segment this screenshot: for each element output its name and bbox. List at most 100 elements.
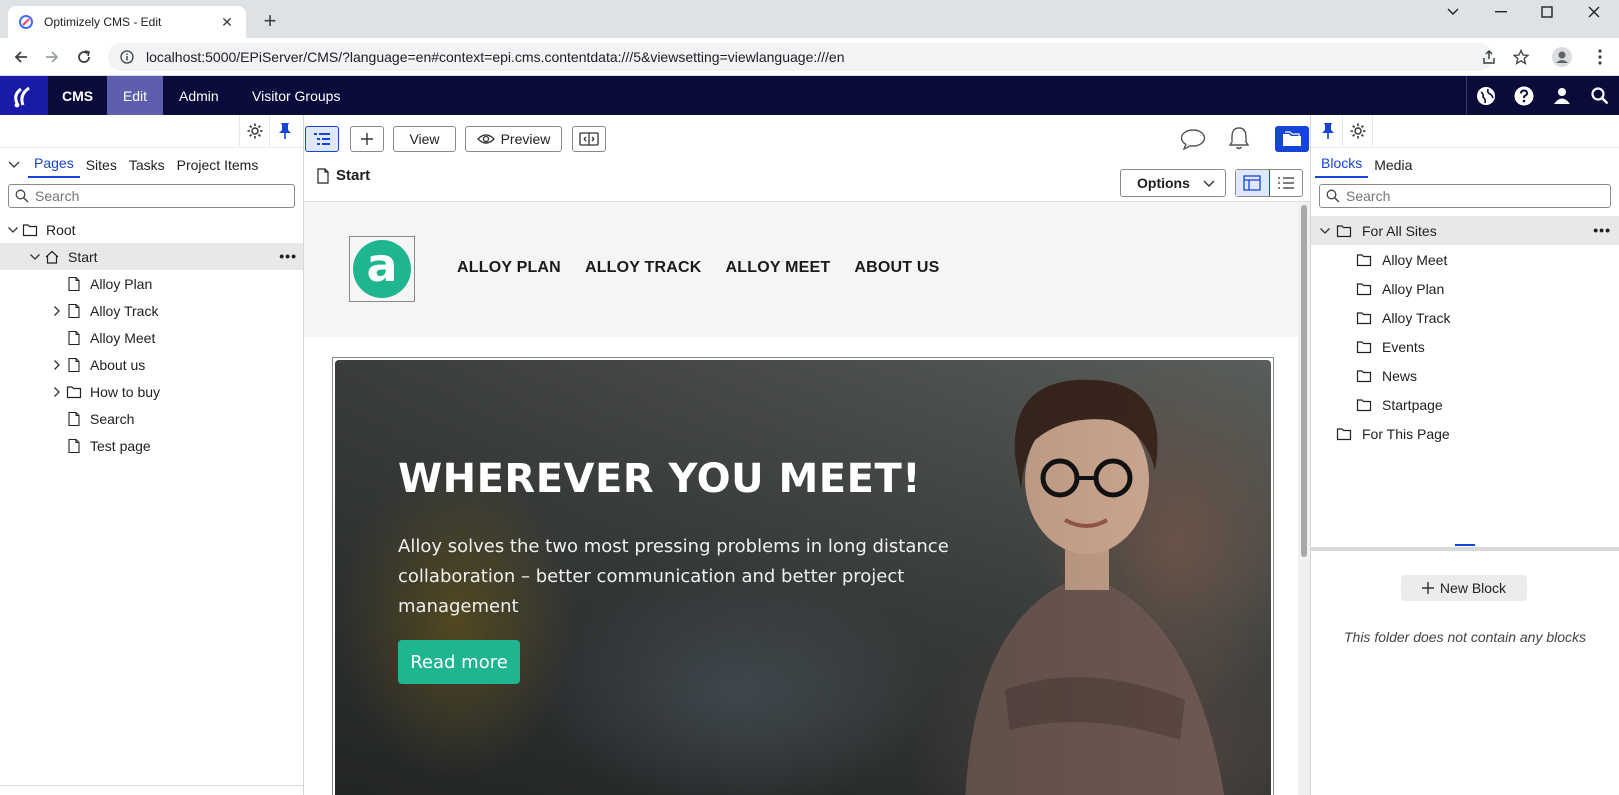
tree-item-for-all-sites[interactable]: For All Sites ••• xyxy=(1311,216,1619,245)
preview-button[interactable]: Preview xyxy=(465,126,562,152)
tab-tasks[interactable]: Tasks xyxy=(123,157,171,178)
nav-cms[interactable]: CMS xyxy=(48,76,107,115)
search-icon[interactable] xyxy=(1581,76,1619,115)
share-icon[interactable] xyxy=(1479,47,1499,67)
splitter-grip[interactable] xyxy=(1455,544,1475,546)
search-input[interactable] xyxy=(1346,188,1602,204)
more-options-icon[interactable]: ••• xyxy=(1593,222,1611,238)
tree-list-icon xyxy=(314,133,330,145)
profile-avatar-icon[interactable] xyxy=(1552,47,1572,67)
gear-icon[interactable] xyxy=(239,116,269,146)
nav-admin[interactable]: Admin xyxy=(165,76,233,115)
new-tab-button[interactable]: + xyxy=(258,9,282,33)
bell-icon[interactable] xyxy=(1228,125,1250,151)
more-options-icon[interactable]: ••• xyxy=(279,248,297,264)
pin-icon[interactable] xyxy=(1313,116,1343,146)
site-menu-about-us[interactable]: ABOUT US xyxy=(854,259,939,277)
back-arrow-icon[interactable] xyxy=(11,47,31,67)
alloy-logo[interactable]: a xyxy=(349,236,415,302)
chevron-right-icon[interactable] xyxy=(49,357,65,373)
tree-item-test-page[interactable]: Test page xyxy=(0,432,303,459)
toggle-assets-button[interactable] xyxy=(1275,126,1309,152)
site-menu-alloy-track[interactable]: ALLOY TRACK xyxy=(585,259,702,277)
block-folder-tree: For All Sites ••• Alloy Meet Alloy Plan Allo… xyxy=(1311,216,1619,448)
add-content-button[interactable] xyxy=(350,126,384,152)
kebab-menu-icon[interactable] xyxy=(1590,47,1610,67)
view-button[interactable]: View xyxy=(393,126,456,152)
info-icon[interactable] xyxy=(120,50,134,64)
chevron-right-icon[interactable] xyxy=(49,303,65,319)
help-icon[interactable] xyxy=(1505,76,1543,115)
chevron-down-icon[interactable] xyxy=(5,222,21,238)
tab-pages[interactable]: Pages xyxy=(28,155,80,178)
tree-item-label: Startpage xyxy=(1382,396,1443,413)
tree-item-label: Alloy Plan xyxy=(1382,280,1445,297)
tree-item-how-to-buy[interactable]: How to buy xyxy=(0,378,303,405)
chevron-down-icon[interactable] xyxy=(1315,223,1335,239)
pin-icon[interactable] xyxy=(269,116,299,146)
browser-tab[interactable]: Optimizely CMS - Edit ✕ xyxy=(8,6,246,38)
tree-item-for-this-page[interactable]: For This Page xyxy=(1311,419,1619,448)
tree-item-alloy-meet[interactable]: Alloy Meet xyxy=(1311,245,1619,274)
page-icon xyxy=(65,329,83,347)
chevron-down-icon[interactable] xyxy=(8,152,28,178)
tree-item-news[interactable]: News xyxy=(1311,361,1619,390)
tree-item-root[interactable]: Root xyxy=(0,216,303,243)
chevron-down-icon[interactable] xyxy=(1431,0,1475,24)
tree-item-start[interactable]: Start ••• xyxy=(0,243,303,270)
tree-item-alloy-plan[interactable]: Alloy Plan xyxy=(1311,274,1619,303)
close-tab-icon[interactable]: ✕ xyxy=(218,14,236,31)
on-page-edit-button[interactable] xyxy=(1236,170,1270,196)
site-menu-alloy-plan[interactable]: ALLOY PLAN xyxy=(457,259,561,277)
all-properties-button[interactable] xyxy=(1270,170,1303,196)
forward-arrow-icon[interactable] xyxy=(42,47,62,67)
optimizely-logo-icon[interactable] xyxy=(0,76,48,115)
search-icon xyxy=(1326,189,1340,203)
search-input[interactable] xyxy=(35,188,287,204)
gear-icon[interactable] xyxy=(1343,116,1373,146)
user-icon[interactable] xyxy=(1543,76,1581,115)
maximize-button[interactable] xyxy=(1525,0,1569,24)
tree-item-label: Search xyxy=(90,410,135,427)
tab-sites[interactable]: Sites xyxy=(80,157,123,178)
close-window-button[interactable] xyxy=(1572,0,1616,24)
tab-project-items[interactable]: Project Items xyxy=(171,157,265,178)
hero-block-overlay[interactable]: WHEREVER YOU MEET! Alloy solves the two … xyxy=(332,357,1274,795)
page-tree-search[interactable] xyxy=(8,184,295,208)
compare-button[interactable] xyxy=(572,126,606,152)
chevron-right-icon[interactable] xyxy=(49,384,65,400)
minimize-button[interactable] xyxy=(1479,0,1523,24)
tree-item-alloy-track[interactable]: Alloy Track xyxy=(1311,303,1619,332)
nav-edit[interactable]: Edit xyxy=(107,76,163,115)
alloy-logo-mark: a xyxy=(353,240,411,298)
scrollbar-thumb[interactable] xyxy=(1301,205,1307,557)
tab-blocks[interactable]: Blocks xyxy=(1315,155,1369,178)
tree-item-label: Alloy Track xyxy=(90,302,159,319)
tree-item-alloy-plan[interactable]: Alloy Plan xyxy=(0,270,303,297)
url-field[interactable]: localhost:5000/EPiServer/CMS/?language=e… xyxy=(108,43,1493,71)
tree-item-alloy-track[interactable]: Alloy Track xyxy=(0,297,303,324)
globe-icon[interactable] xyxy=(1467,76,1505,115)
tree-item-about-us[interactable]: About us xyxy=(0,351,303,378)
tree-item-label: For All Sites xyxy=(1362,222,1437,239)
preview-scrollbar[interactable] xyxy=(1298,203,1310,795)
pane-splitter[interactable] xyxy=(1311,544,1619,551)
options-dropdown[interactable]: Options xyxy=(1120,169,1226,197)
star-icon[interactable] xyxy=(1511,47,1531,67)
toggle-navigation-button[interactable] xyxy=(305,126,339,152)
site-menu-alloy-meet[interactable]: ALLOY MEET xyxy=(726,259,831,277)
blocks-search[interactable] xyxy=(1319,184,1611,208)
reload-icon[interactable] xyxy=(74,47,94,67)
nav-visitor-groups[interactable]: Visitor Groups xyxy=(238,76,354,115)
tree-item-events[interactable]: Events xyxy=(1311,332,1619,361)
read-more-button[interactable]: Read more xyxy=(398,640,520,684)
page-icon xyxy=(65,437,83,455)
tree-item-alloy-meet[interactable]: Alloy Meet xyxy=(0,324,303,351)
chevron-down-icon[interactable] xyxy=(27,249,43,265)
tab-media[interactable]: Media xyxy=(1368,157,1418,178)
new-block-button[interactable]: New Block xyxy=(1401,575,1527,601)
comments-icon[interactable] xyxy=(1180,127,1206,151)
tree-item-startpage[interactable]: Startpage xyxy=(1311,390,1619,419)
tree-item-search[interactable]: Search xyxy=(0,405,303,432)
home-icon xyxy=(43,248,61,266)
